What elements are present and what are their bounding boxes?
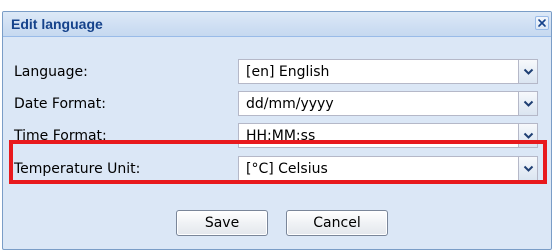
- chevron-down-icon: [523, 68, 534, 75]
- temperature-unit-select[interactable]: [°C] Celsius: [238, 156, 538, 181]
- date-format-label: Date Format:: [14, 96, 106, 112]
- language-label: Language:: [14, 64, 88, 80]
- close-icon: [538, 19, 546, 27]
- temperature-unit-label: Temperature Unit:: [14, 161, 141, 177]
- temperature-unit-dropdown-trigger[interactable]: [518, 157, 537, 180]
- time-format-select[interactable]: HH:MM:ss: [238, 123, 538, 148]
- language-value: [en] English: [246, 64, 330, 80]
- date-format-dropdown-trigger[interactable]: [518, 92, 537, 115]
- temperature-unit-value: [°C] Celsius: [246, 161, 328, 177]
- language-row: Language: [en] English: [11, 58, 546, 87]
- time-format-dropdown-trigger[interactable]: [518, 124, 537, 147]
- date-format-value: dd/mm/yyyy: [246, 96, 334, 112]
- time-format-row: Time Format: HH:MM:ss: [11, 122, 546, 151]
- edit-language-dialog: Edit language Language: [en] English Dat…: [2, 11, 552, 250]
- save-button[interactable]: Save: [176, 210, 268, 236]
- close-button[interactable]: [535, 16, 549, 30]
- time-format-value: HH:MM:ss: [246, 128, 316, 144]
- date-format-select[interactable]: dd/mm/yyyy: [238, 91, 538, 116]
- dialog-body: Language: [en] English Date Format: dd/m…: [11, 48, 546, 205]
- chevron-down-icon: [523, 165, 534, 172]
- dialog-title: Edit language: [11, 16, 103, 32]
- language-dropdown-trigger[interactable]: [518, 60, 537, 83]
- date-format-row: Date Format: dd/mm/yyyy: [11, 90, 546, 119]
- language-select[interactable]: [en] English: [238, 59, 538, 84]
- cancel-button[interactable]: Cancel: [286, 210, 388, 236]
- time-format-label: Time Format:: [14, 128, 107, 144]
- dialog-titlebar[interactable]: Edit language: [3, 12, 551, 37]
- chevron-down-icon: [523, 132, 534, 139]
- chevron-down-icon: [523, 100, 534, 107]
- temperature-unit-row: Temperature Unit: [°C] Celsius: [11, 155, 546, 184]
